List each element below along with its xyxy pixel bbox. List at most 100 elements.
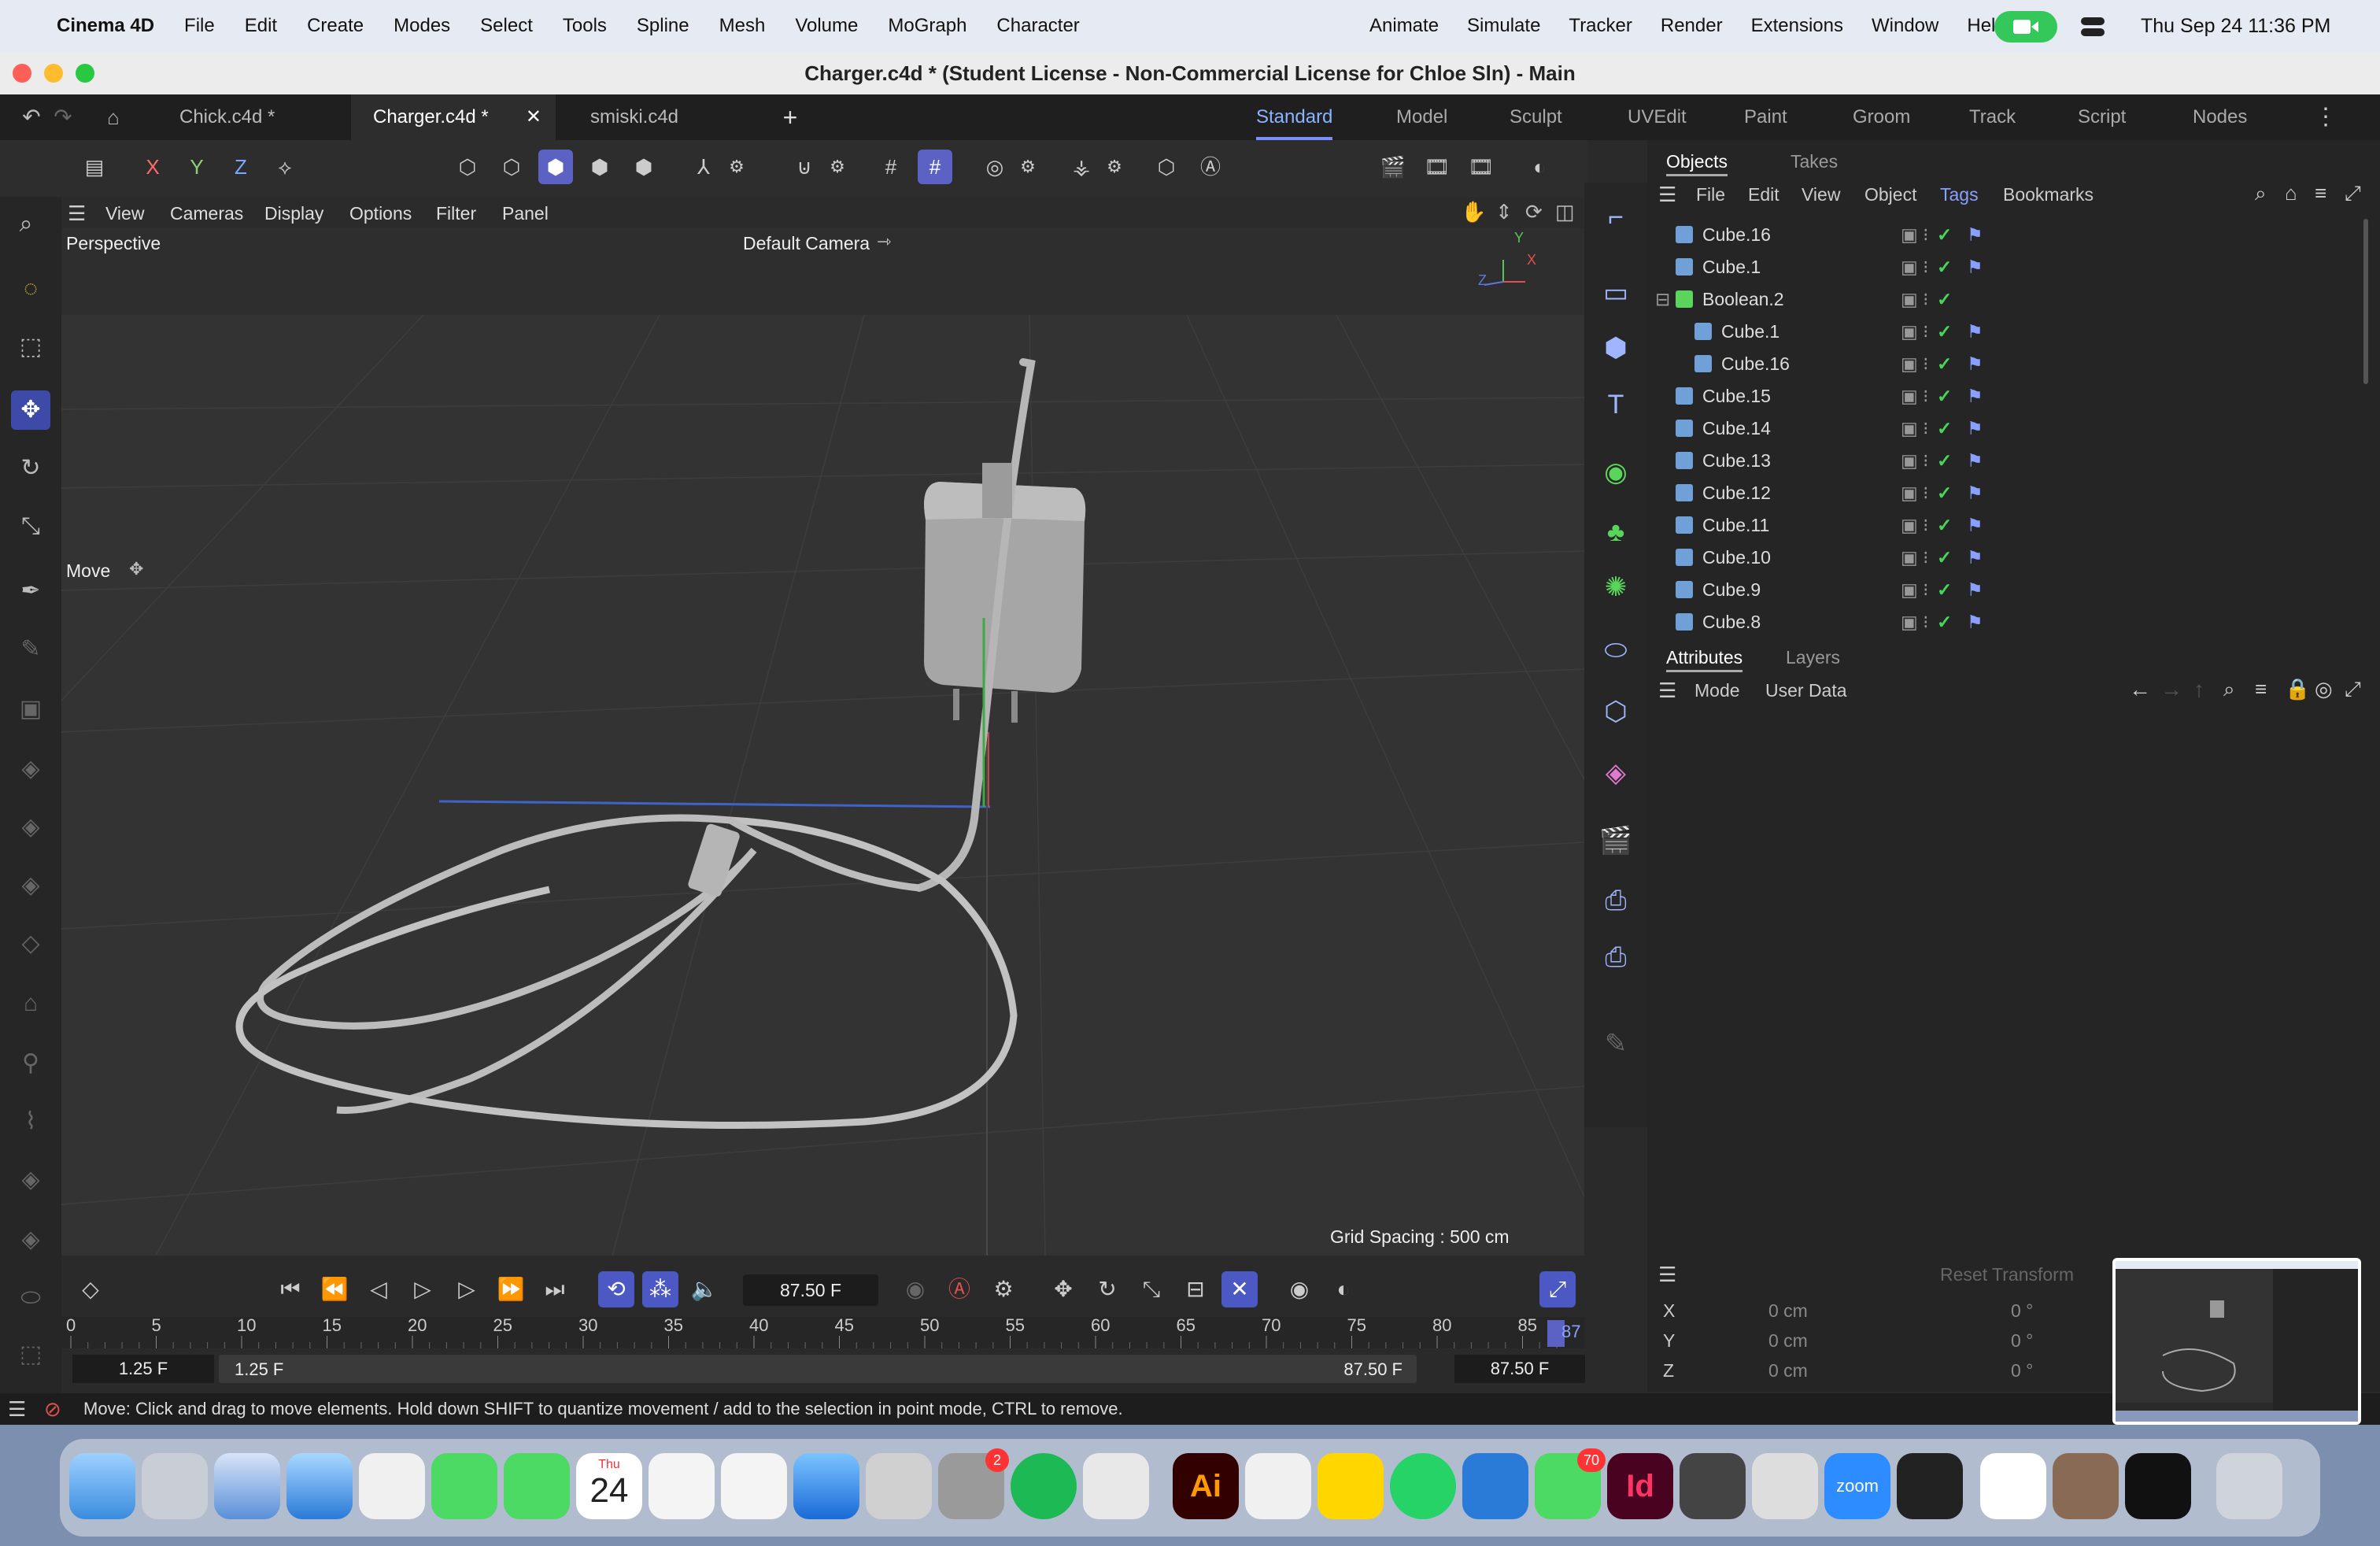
photos-icon[interactable] [359,1453,425,1519]
more-options-icon[interactable]: ⋮ [2314,94,2338,140]
next-frame-icon[interactable]: ▷ [449,1271,485,1307]
object-name[interactable]: Cube.8 [1702,606,1761,638]
timeline-expand-icon[interactable]: ⤢ [1539,1271,1576,1307]
orbit-view-icon[interactable]: ⟳ [1525,200,1543,224]
layout-model[interactable]: Model [1396,94,1447,140]
phong-tag-icon[interactable]: ⚑ [1967,542,1983,573]
whatsapp-icon[interactable] [1390,1453,1456,1519]
phong-tag-icon[interactable]: ⚑ [1967,445,1983,476]
viewport-solo-icon[interactable]: ⬡ [1149,150,1184,184]
menu-tracker[interactable]: Tracker [1554,15,1646,37]
forward-arrow-icon[interactable]: → [2160,677,2182,702]
coord-y-rotation[interactable]: 0 ° [2011,1330,2033,1352]
camera-target-icon[interactable]: ⎙ [1594,935,1638,979]
attributes-expand-icon[interactable]: ⤢ [2345,677,2361,702]
phong-tag-icon[interactable]: ⚑ [1967,606,1983,638]
auto-key-icon[interactable]: Ⓐ [1193,150,1228,184]
keyframe-icon[interactable]: ◇ [72,1271,109,1307]
coordinate-system-icon[interactable]: ⟡ [268,150,302,184]
phone-icon[interactable] [504,1453,570,1519]
enabled-check-icon[interactable]: ✓ [1937,412,1952,444]
enabled-check-icon[interactable]: ✓ [1937,477,1952,509]
symmetry-icon[interactable]: ⚶ [1064,150,1099,184]
phong-tag-icon[interactable]: ⚑ [1967,509,1983,541]
close-window-button[interactable] [13,64,31,83]
key-parameter-icon[interactable]: ⊟ [1177,1271,1214,1307]
axis-mode-icon[interactable]: ⅄ [686,150,721,184]
editor-render-visibility-icon[interactable]: ▣ ⁝ [1901,316,1928,347]
menu-mesh[interactable]: Mesh [704,15,781,37]
target-icon[interactable]: ◎ [2315,677,2333,701]
object-row[interactable]: Cube.9 ▣ ⁝ ✓ ⚑ [1647,574,2356,605]
rectangle-spline-icon[interactable]: ▭ [1594,271,1638,315]
object-mode-icon[interactable]: ⬢ [626,150,661,184]
menu-create[interactable]: Create [292,15,379,37]
facetime-indicator-icon[interactable] [1994,11,2057,43]
menu-simulate[interactable]: Simulate [1453,15,1554,37]
screenshot-app-icon[interactable] [1083,1453,1149,1519]
extrude-icon[interactable]: ◈ [11,749,50,789]
soft-selection-settings-icon[interactable]: ⚙ [1011,150,1045,184]
object-row[interactable]: Cube.8 ▣ ⁝ ✓ ⚑ [1647,606,2356,638]
maximum-time-field[interactable]: 87.50 F [1454,1355,1585,1383]
status-hamburger-icon[interactable]: ☰ [8,1393,26,1425]
polygon-pen-icon[interactable]: ▣ [11,690,50,729]
brush-icon[interactable]: ⌇ [11,1102,50,1141]
live-selection-icon[interactable]: ◌ [11,269,50,309]
symmetry-settings-icon[interactable]: ⚙ [1097,150,1132,184]
cube-icon[interactable]: ⬢ [1594,326,1638,370]
object-row[interactable]: Cube.15 ▣ ⁝ ✓ ⚑ [1647,380,2356,412]
stitch-icon[interactable]: ◈ [11,1220,50,1259]
camera-icon[interactable]: ⎙ [1594,878,1638,923]
object-row[interactable]: Cube.1 ▣ ⁝ ✓ ⚑ [1647,316,2356,347]
cloner-icon[interactable]: ♣ [1594,510,1638,554]
current-frame-field[interactable]: 87.50 F [743,1274,878,1306]
enabled-check-icon[interactable]: ✓ [1937,445,1952,476]
snap-icon[interactable]: ⊍ [787,150,822,184]
object-name[interactable]: Cube.12 [1702,477,1771,509]
editor-render-visibility-icon[interactable]: ▣ ⁝ [1901,477,1928,509]
render-view-icon[interactable]: 🎬 [1376,150,1410,184]
enabled-check-icon[interactable]: ✓ [1937,283,1952,315]
slide-icon[interactable]: ⬭ [11,1278,50,1318]
menu-character[interactable]: Character [981,15,1094,37]
pen-app-icon[interactable] [1245,1453,1311,1519]
attributes-menu-user-data[interactable]: User Data [1765,680,1847,701]
objects-menu-bookmarks[interactable]: Bookmarks [2003,184,2094,205]
objects-menu-file[interactable]: File [1696,184,1725,205]
layout-track[interactable]: Track [1969,94,2016,140]
objects-scrollbar[interactable] [2363,219,2368,384]
facetime-icon[interactable] [431,1453,497,1519]
rotate-tool-icon[interactable]: ↻ [11,449,50,488]
key-point-level-icon[interactable]: ✕ [1221,1271,1258,1307]
snap-settings-icon[interactable]: ⚙ [820,150,855,184]
tab-charger[interactable]: Charger.c4d * ✕ [351,94,556,140]
zoom-icon[interactable]: zoom [1824,1453,1890,1519]
scene-icon[interactable]: 🎬 [1594,819,1638,863]
points-mode-icon[interactable]: ⬡ [450,150,485,184]
iphone-mirroring-icon[interactable] [866,1453,932,1519]
object-name[interactable]: Cube.11 [1702,509,1769,541]
editor-render-visibility-icon[interactable]: ▣ ⁝ [1901,445,1928,476]
null-icon[interactable]: ⬡ [1594,690,1638,734]
inner-extrude-icon[interactable]: ◈ [11,808,50,847]
motion-system-icon[interactable]: ◉ [1281,1271,1318,1307]
soft-selection-icon[interactable]: ◎ [978,150,1012,184]
maximize-view-icon[interactable]: ◫ [1555,200,1575,224]
play-icon[interactable]: ▷ [405,1271,441,1307]
editor-render-visibility-icon[interactable]: ▣ ⁝ [1901,412,1928,444]
magnet-icon[interactable]: ⚲ [11,1044,50,1083]
expand-toggle-icon[interactable]: ⊟ [1655,283,1670,315]
editor-render-visibility-icon[interactable]: ▣ ⁝ [1901,283,1928,315]
object-row[interactable]: Cube.12 ▣ ⁝ ✓ ⚑ [1647,477,2356,509]
enabled-check-icon[interactable]: ✓ [1937,251,1952,283]
previous-frame-icon[interactable]: ◁ [360,1271,397,1307]
model-mode-icon[interactable]: ▤ [77,150,112,184]
minimize-window-button[interactable] [44,64,63,83]
add-tab-icon[interactable]: + [774,94,806,140]
object-name[interactable]: Cube.10 [1702,542,1771,573]
paint-icon[interactable]: ✎ [1594,1022,1638,1066]
app-menu[interactable]: Cinema 4D [42,15,169,37]
tab-chick[interactable]: Chick.c4d * [157,94,346,140]
phong-tag-icon[interactable]: ⚑ [1967,412,1983,444]
